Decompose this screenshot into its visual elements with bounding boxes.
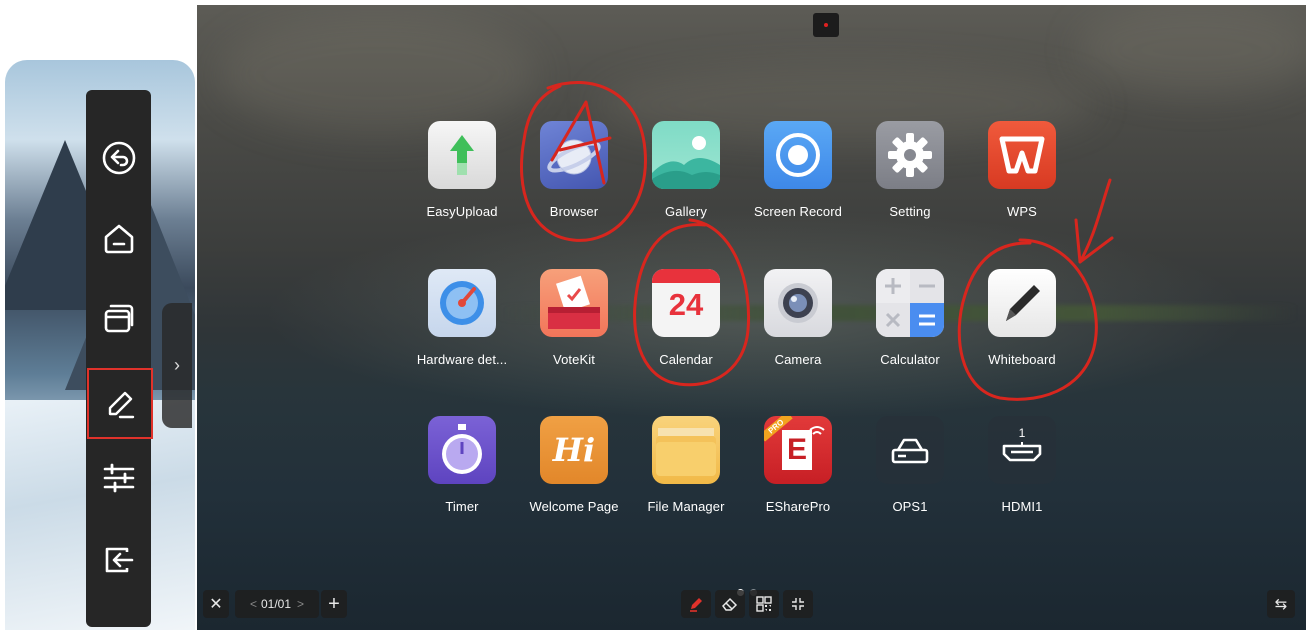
side-toolbar bbox=[86, 90, 154, 627]
close-button[interactable]: ✕ bbox=[203, 590, 229, 618]
app-ops1[interactable]: OPS1 bbox=[855, 416, 965, 536]
page-navigator: < 01/01 > bbox=[235, 590, 319, 618]
calendar-icon: 24 bbox=[652, 269, 720, 337]
red-pen-icon bbox=[690, 598, 702, 612]
hdmi-number: 1 bbox=[1018, 426, 1026, 440]
input-source-button[interactable] bbox=[86, 530, 151, 590]
app-label: Calendar bbox=[659, 352, 713, 367]
settings-sliders-icon bbox=[103, 463, 134, 493]
stopwatch-icon bbox=[428, 416, 496, 484]
app-label: OPS1 bbox=[892, 499, 928, 514]
app-label: Welcome Page bbox=[529, 499, 619, 514]
app-screen-record[interactable]: Screen Record bbox=[743, 121, 853, 241]
qr-code-icon bbox=[756, 596, 772, 612]
app-wps[interactable]: WPS bbox=[967, 121, 1077, 241]
calculator-icon bbox=[876, 269, 944, 337]
shrink-screen-button[interactable] bbox=[783, 590, 813, 618]
app-hardware-detection[interactable]: Hardware det... bbox=[407, 269, 517, 389]
launcher-screen: EasyUpload Browser Gallery Screen Record… bbox=[197, 5, 1306, 630]
ops-device-icon bbox=[876, 416, 944, 484]
swap-side-button[interactable]: ⇆ bbox=[1267, 590, 1295, 618]
app-label: Browser bbox=[549, 204, 599, 219]
home-button[interactable] bbox=[86, 208, 151, 268]
app-welcome-page[interactable]: Hi Welcome Page bbox=[519, 416, 629, 536]
app-label: Whiteboard bbox=[988, 352, 1056, 367]
home-icon bbox=[104, 224, 133, 254]
close-icon: ✕ bbox=[209, 596, 223, 613]
recent-apps-icon bbox=[104, 304, 133, 333]
app-label: Gallery bbox=[665, 204, 707, 219]
next-page-button[interactable]: > bbox=[297, 597, 304, 611]
prev-page-button[interactable]: < bbox=[250, 597, 257, 611]
welcome-glyph: Hi bbox=[552, 431, 596, 469]
app-label: EasyUpload bbox=[426, 204, 498, 219]
app-gallery[interactable]: Gallery bbox=[631, 121, 741, 241]
app-calendar[interactable]: 24 Calendar bbox=[631, 269, 741, 389]
app-label: HDMI1 bbox=[1001, 499, 1043, 514]
app-label: Calculator bbox=[880, 352, 940, 367]
wifi-icon bbox=[809, 426, 825, 435]
calendar-header bbox=[652, 269, 720, 283]
app-easyupload[interactable]: EasyUpload bbox=[407, 121, 517, 241]
upload-arrow-icon bbox=[428, 121, 496, 189]
hdmi-port-icon: 1 bbox=[988, 416, 1056, 484]
screen-record-icon bbox=[764, 121, 832, 189]
add-page-button[interactable]: + bbox=[321, 590, 347, 618]
wps-logo-icon bbox=[988, 121, 1056, 189]
app-whiteboard[interactable]: Whiteboard bbox=[967, 269, 1077, 389]
annotation-button[interactable] bbox=[86, 367, 154, 440]
app-browser[interactable]: Browser bbox=[519, 121, 629, 241]
recording-indicator bbox=[813, 13, 839, 37]
eshare-icon: E PRO bbox=[764, 416, 832, 484]
app-file-manager[interactable]: File Manager bbox=[631, 416, 741, 536]
app-hdmi1[interactable]: 1 HDMI1 bbox=[967, 416, 1077, 536]
settings-button[interactable] bbox=[86, 448, 151, 508]
back-button[interactable] bbox=[86, 128, 151, 188]
app-label: ESharePro bbox=[765, 499, 831, 514]
app-votekit[interactable]: VoteKit bbox=[519, 269, 629, 389]
ballot-box-icon bbox=[540, 269, 608, 337]
app-label: Screen Record bbox=[753, 204, 842, 219]
cloud bbox=[217, 15, 537, 135]
app-label: WPS bbox=[1007, 204, 1037, 219]
whiteboard-pen-icon bbox=[988, 269, 1056, 337]
app-esharepro[interactable]: E PRO ESharePro bbox=[743, 416, 853, 536]
gauge-icon bbox=[428, 269, 496, 337]
swap-icon: ⇆ bbox=[1274, 596, 1288, 613]
calendar-day: 24 bbox=[668, 287, 704, 322]
eraser-button[interactable] bbox=[715, 590, 745, 618]
app-label: Hardware det... bbox=[416, 352, 508, 367]
app-label: VoteKit bbox=[553, 352, 595, 367]
camera-lens-icon bbox=[764, 269, 832, 337]
app-camera[interactable]: Camera bbox=[743, 269, 853, 389]
pen-tool-button[interactable] bbox=[681, 590, 711, 618]
folder-icon bbox=[652, 416, 720, 484]
plus-icon: + bbox=[328, 592, 340, 615]
gear-icon bbox=[876, 121, 944, 189]
qr-code-button[interactable] bbox=[749, 590, 779, 618]
app-label: Timer bbox=[445, 499, 479, 514]
app-label: File Manager bbox=[647, 499, 725, 514]
input-source-icon bbox=[105, 547, 133, 573]
app-calculator[interactable]: Calculator bbox=[855, 269, 965, 389]
browser-planet-icon bbox=[540, 121, 608, 189]
shrink-icon bbox=[792, 598, 804, 610]
welcome-hi-icon: Hi bbox=[540, 416, 608, 484]
page-indicator: 01/01 bbox=[260, 597, 292, 611]
chevron-right-icon: › bbox=[174, 355, 180, 375]
bottom-bar: ✕ < 01/01 > + ⇆ bbox=[197, 585, 1306, 625]
app-label: Camera bbox=[774, 352, 822, 367]
app-label: Setting bbox=[889, 204, 931, 219]
gallery-landscape-icon bbox=[652, 121, 720, 189]
recent-apps-button[interactable] bbox=[86, 288, 151, 348]
expand-panel-tab[interactable]: › bbox=[162, 303, 192, 428]
annotation-pen-icon bbox=[108, 391, 135, 418]
back-icon bbox=[102, 141, 135, 175]
app-setting[interactable]: Setting bbox=[855, 121, 965, 241]
cloud bbox=[1077, 5, 1306, 95]
app-timer[interactable]: Timer bbox=[407, 416, 517, 536]
eraser-icon bbox=[722, 597, 738, 611]
